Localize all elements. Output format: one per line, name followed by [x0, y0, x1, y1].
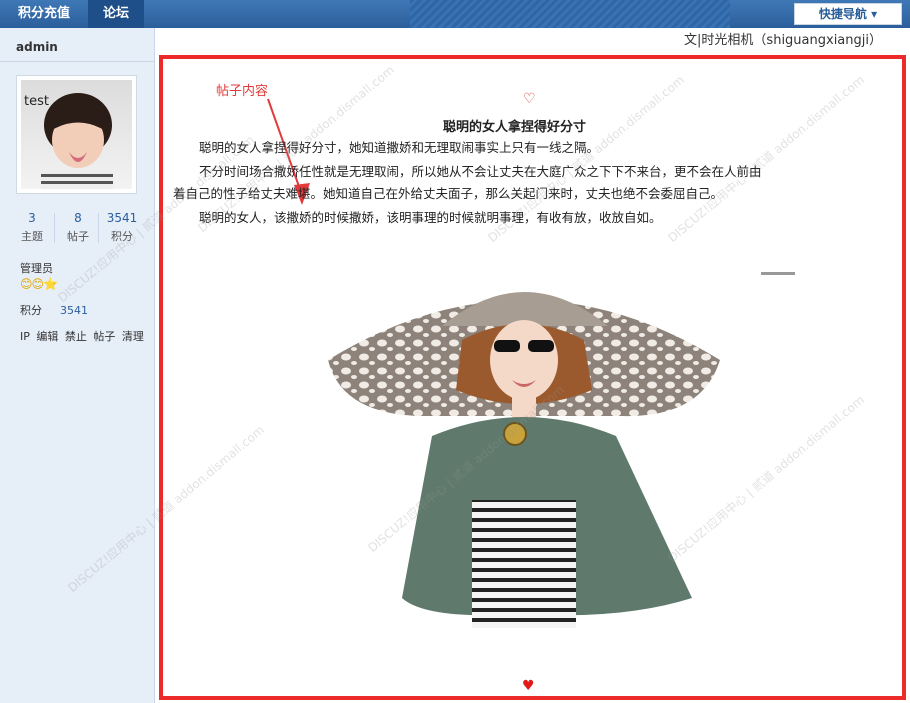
- author-sidebar: admin test 3 主题 8 帖子 3541 积分 管理员 😊😊⭐ 积分 …: [0, 28, 155, 703]
- header-banner: [410, 0, 730, 28]
- top-navigation: 积分充值 论坛 快捷导航 ▾: [0, 0, 910, 28]
- post-title: 聪明的女人拿捏得好分寸: [443, 120, 587, 135]
- nav-item-credit-recharge[interactable]: 积分充值: [0, 0, 88, 28]
- nav-item-forum[interactable]: 论坛: [88, 0, 144, 28]
- forum-page: 积分充值 论坛 快捷导航 ▾ admin test 3 主题 8 帖子 3541…: [0, 0, 910, 703]
- stat-posts[interactable]: 8 帖子: [58, 211, 98, 244]
- annotation-label: 帖子内容: [216, 84, 269, 99]
- moderation-actions: IP 编辑 禁止 帖子 清理: [20, 328, 147, 344]
- credit-row: 积分 3541: [20, 302, 88, 318]
- avatar-photo: test: [21, 80, 132, 189]
- author-username[interactable]: admin: [16, 40, 58, 54]
- sidebar-divider: [0, 61, 155, 62]
- avatar[interactable]: test: [16, 75, 137, 194]
- stat-threads-label: 主题: [21, 230, 43, 243]
- action-ip[interactable]: IP: [20, 330, 30, 343]
- stat-threads-value: 3: [28, 211, 36, 225]
- heart-outline-icon: ♡: [523, 91, 536, 107]
- stat-separator: [98, 213, 99, 243]
- post-author-line: 文|时光相机（shiguangxiangji）: [684, 33, 882, 48]
- action-clean[interactable]: 清理: [122, 330, 144, 343]
- stat-separator: [54, 213, 55, 243]
- action-edit[interactable]: 编辑: [36, 330, 58, 343]
- quick-nav-button[interactable]: 快捷导航 ▾: [794, 3, 902, 25]
- post-paragraph-3: 聪明的女人，该撒娇的时候撒娇，该明事理的时候就明事理，有收有放，收放自如。: [199, 210, 662, 225]
- credit-label: 积分: [20, 304, 42, 317]
- avatar-text: test: [24, 94, 49, 109]
- heart-icon: ♥: [522, 678, 535, 694]
- stat-posts-value: 8: [74, 211, 82, 225]
- action-posts[interactable]: 帖子: [93, 330, 115, 343]
- decor-dash: [761, 272, 795, 275]
- woman-hat-illustration: [328, 292, 720, 628]
- post-paragraph-1: 聪明的女人拿捏得好分寸，她知道撒娇和无理取闹事实上只有一线之隔。: [199, 140, 600, 155]
- stat-posts-label: 帖子: [67, 230, 89, 243]
- action-ban[interactable]: 禁止: [65, 330, 87, 343]
- stat-threads[interactable]: 3 主题: [12, 211, 52, 244]
- rank-stars-icon: 😊😊⭐: [20, 277, 58, 291]
- user-group[interactable]: 管理员: [20, 260, 53, 276]
